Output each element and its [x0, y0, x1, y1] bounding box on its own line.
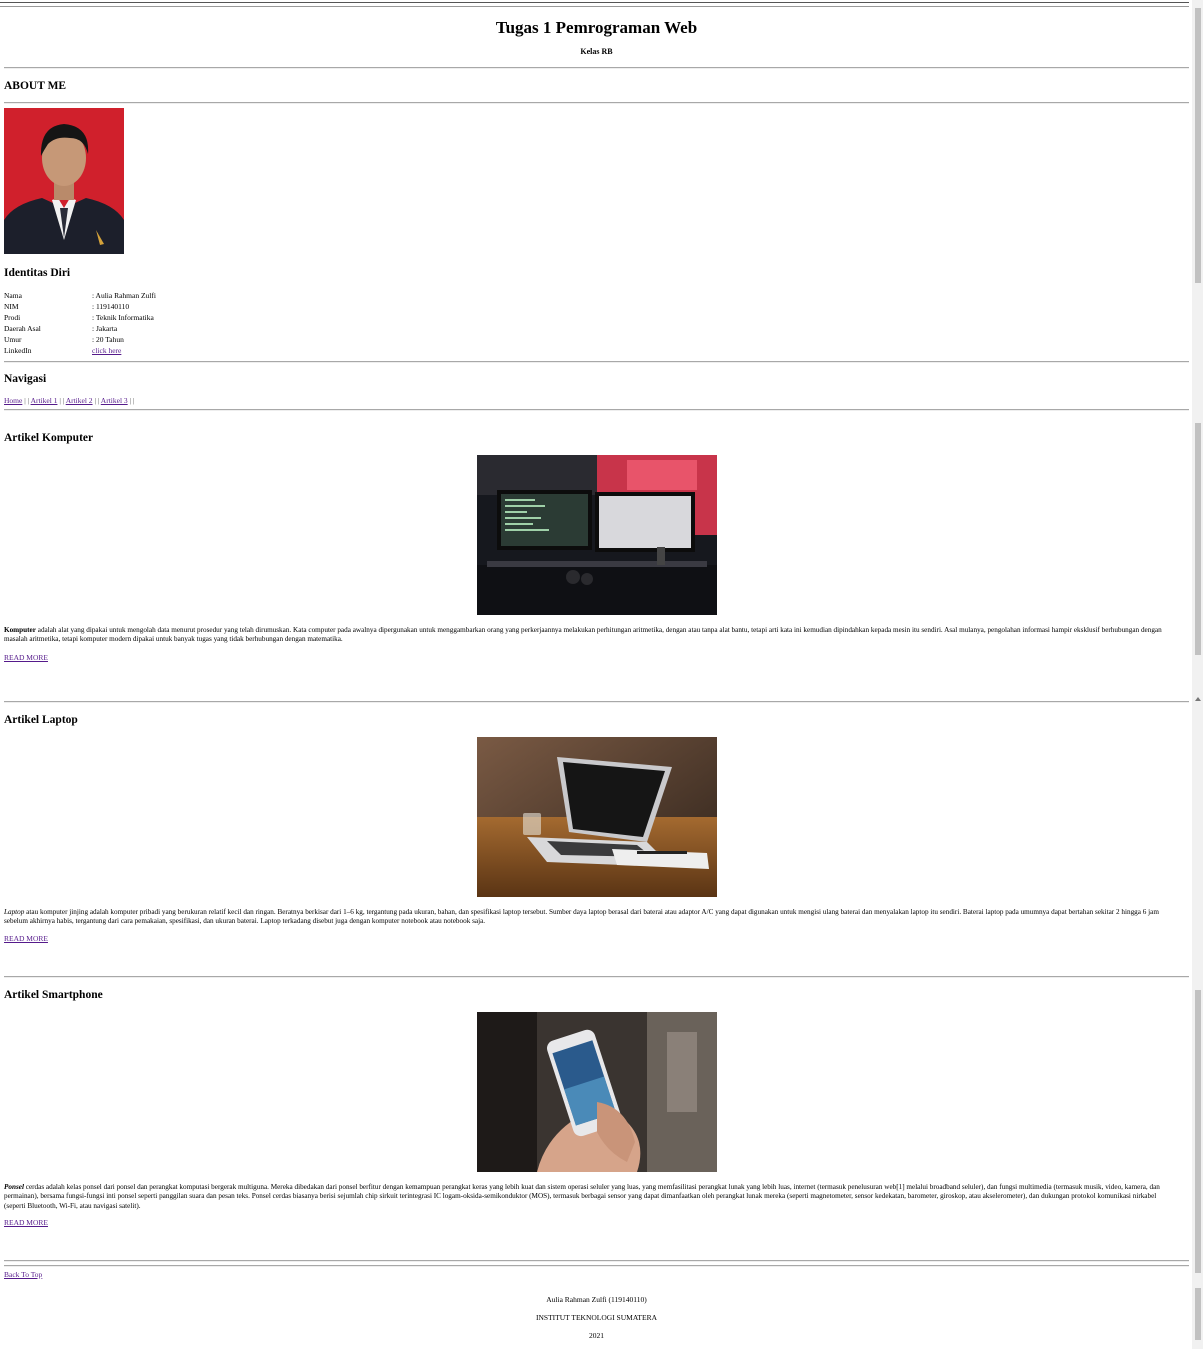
- article-lead: Komputer: [4, 626, 36, 634]
- nav-link-artikel-1[interactable]: Artikel 1: [31, 396, 58, 405]
- scrollbar-thumb[interactable]: [1195, 423, 1201, 655]
- nav-link-artikel-3[interactable]: Artikel 3: [101, 396, 128, 405]
- article-heading-smartphone: Artikel Smartphone: [4, 989, 103, 1001]
- article-heading-laptop: Artikel Laptop: [4, 714, 78, 726]
- scrollbar-thumb[interactable]: [1195, 8, 1201, 283]
- linkedin-link[interactable]: click here: [92, 346, 121, 355]
- article-lead: Ponsel: [4, 1183, 24, 1191]
- smartphone-image-graphic: [477, 1012, 717, 1172]
- scrollbar-thumb[interactable]: [1195, 1288, 1201, 1340]
- nav-separator: | |: [24, 396, 30, 405]
- article-image-smartphone: [477, 1012, 717, 1172]
- identity-row: Umur : 20 Tahun: [3, 334, 157, 345]
- article-heading-komputer: Artikel Komputer: [4, 432, 94, 444]
- divider: [4, 361, 1189, 363]
- identity-row: LinkedIn click here: [3, 345, 157, 356]
- identity-row: Nama : Aulia Rahman Zulfi: [3, 290, 157, 301]
- footer-institute: INSTITUT TEKNOLOGI SUMATERA: [536, 1313, 657, 1322]
- page-title: Tugas 1 Pemrograman Web: [495, 18, 698, 37]
- identity-value: : Aulia Rahman Zulfi: [92, 291, 156, 300]
- identity-key: Daerah Asal: [4, 324, 41, 333]
- laptop-image-graphic: [477, 737, 717, 897]
- article-text: adalah alat yang dipakai untuk mengolah …: [4, 626, 1162, 644]
- identity-value: : 119140110: [92, 302, 130, 311]
- divider: [4, 102, 1189, 104]
- identity-value: click here: [91, 345, 157, 356]
- identity-key: Prodi: [4, 313, 21, 322]
- article-paragraph-komputer: Komputer adalah alat yang dipakai untuk …: [4, 626, 1174, 645]
- divider: [4, 67, 1189, 69]
- article-image-laptop: [477, 737, 717, 897]
- profile-photo-graphic: [4, 108, 124, 254]
- nav-heading: Navigasi: [4, 373, 47, 385]
- identity-table: Nama: Aulia Rahman Zulfi NIM: 119140110 …: [3, 290, 157, 356]
- nav-separator: | |: [129, 396, 135, 405]
- divider: [4, 1265, 1189, 1267]
- nav-separator: | |: [94, 396, 100, 405]
- nav-separator: | |: [59, 396, 65, 405]
- profile-photo: [4, 108, 124, 254]
- article-lead: Laptop: [4, 908, 25, 916]
- footer-name: Aulia Rahman Zulfi (119140110): [546, 1295, 647, 1304]
- read-more-link[interactable]: READ MORE: [4, 653, 48, 662]
- divider: [4, 1260, 1189, 1262]
- article-image-komputer: [477, 455, 717, 615]
- article-text: cerdas adalah kelas ponsel dari ponsel d…: [4, 1183, 1160, 1210]
- scrollbar-thumb[interactable]: [1195, 990, 1201, 1273]
- identity-row: NIM : 119140110: [3, 301, 157, 312]
- read-more-link[interactable]: READ MORE: [4, 1218, 48, 1227]
- scroll-up-arrow-icon[interactable]: [1195, 697, 1201, 701]
- identity-value: : Teknik Informatika: [92, 313, 154, 322]
- page-subtitle: Kelas RB: [580, 47, 613, 56]
- article-paragraph-laptop: Laptop atau komputer jinjing adalah komp…: [4, 908, 1174, 927]
- nav-links: Home | | Artikel 1 | | Artikel 2 | | Art…: [4, 396, 134, 405]
- read-more-link[interactable]: READ MORE: [4, 934, 48, 943]
- identity-key: LinkedIn: [4, 346, 32, 355]
- nav-link-artikel-2[interactable]: Artikel 2: [66, 396, 93, 405]
- footer-year: 2021: [589, 1331, 604, 1340]
- nav-link-home[interactable]: Home: [4, 396, 22, 405]
- vertical-scrollbar[interactable]: [1192, 0, 1203, 1349]
- top-border: [0, 2, 1189, 3]
- identity-key: NIM: [4, 302, 19, 311]
- identity-row: Daerah Asal : Jakarta: [3, 323, 157, 334]
- identity-key: Nama: [4, 291, 22, 300]
- back-to-top-link[interactable]: Back To Top: [4, 1270, 42, 1279]
- divider: [4, 409, 1189, 411]
- identity-value: : 20 Tahun: [92, 335, 124, 344]
- divider: [4, 701, 1189, 703]
- computer-image-graphic: [477, 455, 717, 615]
- divider: [4, 976, 1189, 978]
- article-text: atau komputer jinjing adalah komputer pr…: [4, 908, 1159, 926]
- identity-heading: Identitas Diri: [4, 267, 71, 279]
- identity-row: Prodi : Teknik Informatika: [3, 312, 157, 323]
- identity-value: : Jakarta: [92, 324, 118, 333]
- identity-key: Umur: [4, 335, 22, 344]
- about-heading: ABOUT ME: [4, 80, 67, 92]
- top-border-inner: [0, 6, 1189, 7]
- article-paragraph-smartphone: Ponsel cerdas adalah kelas ponsel dari p…: [4, 1183, 1174, 1211]
